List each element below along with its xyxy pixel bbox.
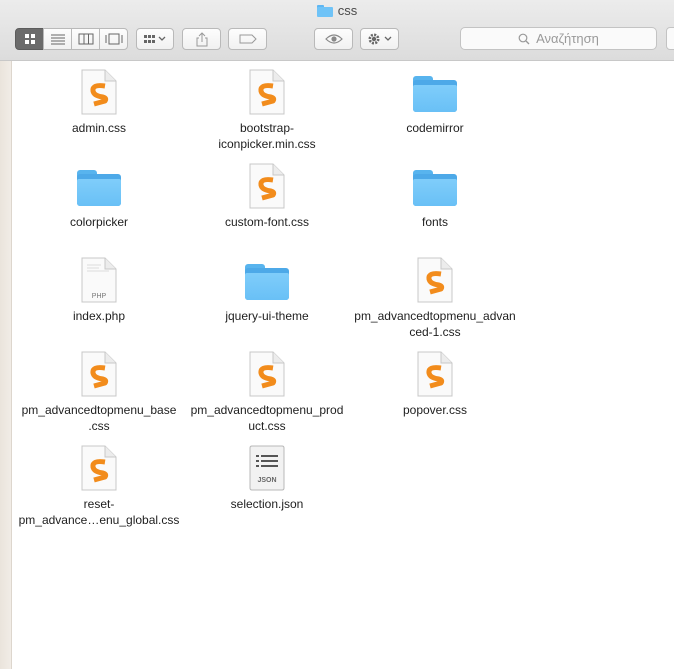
- php-icon-text: PHP: [92, 293, 107, 300]
- tag-button[interactable]: [228, 28, 267, 50]
- file-name-line-2: pm_advance…enu_global.css: [18, 513, 180, 527]
- list-view-button[interactable]: [43, 28, 72, 50]
- search-field[interactable]: Αναζήτηση: [460, 27, 657, 50]
- file-name-line-1: reset-: [83, 497, 115, 511]
- tag-icon: [239, 34, 257, 44]
- file-item[interactable]: pm_advancedtopmenu_advan ced-1.css: [352, 254, 518, 340]
- file-item[interactable]: custom-font.css: [184, 160, 350, 230]
- quick-look-button[interactable]: [314, 28, 353, 50]
- share-icon: [196, 31, 207, 46]
- list-view-icon: [50, 34, 65, 45]
- css-file-icon: [237, 348, 297, 400]
- folder-name: colorpicker: [69, 215, 129, 229]
- folder-icon: [405, 66, 465, 118]
- css-file-icon: [405, 348, 465, 400]
- file-name-line-2: iconpicker.min.css: [218, 137, 316, 151]
- folder-name: fonts: [421, 215, 448, 229]
- folder-item[interactable]: jquery-ui-theme: [184, 254, 350, 324]
- action-button[interactable]: [360, 28, 399, 50]
- css-file-icon: [69, 442, 129, 494]
- file-name-line-1: pm_advancedtopmenu_base: [21, 403, 177, 417]
- column-view-icon: [78, 33, 93, 45]
- gallery-view-button[interactable]: [99, 28, 128, 50]
- search-icon: [518, 33, 530, 44]
- file-name-line-1: pm_advancedtopmenu_advan: [354, 309, 516, 323]
- file-item[interactable]: popover.css: [352, 348, 518, 418]
- file-name: index.php: [72, 309, 126, 323]
- folder-item[interactable]: colorpicker: [16, 160, 182, 230]
- file-item[interactable]: bootstrap- iconpicker.min.css: [184, 66, 350, 152]
- gear-icon: [368, 33, 391, 45]
- file-item[interactable]: PHP index.php: [16, 254, 182, 324]
- folder-item[interactable]: codemirror: [352, 66, 518, 136]
- css-file-icon: [237, 160, 297, 212]
- folder-name: codemirror: [406, 121, 464, 135]
- finder-toolbar: css Αναζήτηση: [0, 0, 674, 61]
- file-name-line-1: bootstrap-: [239, 121, 295, 135]
- folder-item[interactable]: fonts: [352, 160, 518, 230]
- gallery-view-icon: [105, 33, 122, 45]
- icon-view-icon: [24, 34, 35, 44]
- json-file-icon: JSON: [237, 442, 297, 494]
- file-item[interactable]: JSON selection.json: [184, 442, 350, 512]
- view-mode-control: [15, 28, 128, 50]
- window-title-text: css: [337, 3, 358, 18]
- file-name-line-2: .css: [88, 419, 110, 433]
- icon-view-button[interactable]: [15, 28, 44, 50]
- column-view-button[interactable]: [71, 28, 100, 50]
- css-file-icon: [69, 348, 129, 400]
- arrange-button[interactable]: [136, 28, 174, 50]
- css-file-icon: [405, 254, 465, 306]
- css-file-icon: [237, 66, 297, 118]
- share-button[interactable]: [182, 28, 221, 50]
- folder-name: jquery-ui-theme: [225, 309, 309, 323]
- file-name-line-2: uct.css: [248, 419, 286, 433]
- folder-icon: [237, 254, 297, 306]
- file-item[interactable]: pm_advancedtopmenu_base .css: [16, 348, 182, 434]
- json-icon-text: JSON: [257, 477, 276, 484]
- file-icon-grid: admin.css bootstrap- iconpicker.min.css …: [0, 61, 674, 669]
- php-file-icon: PHP: [69, 254, 129, 306]
- file-item[interactable]: pm_advancedtopmenu_prod uct.css: [184, 348, 350, 434]
- file-name-line-1: pm_advancedtopmenu_prod: [190, 403, 344, 417]
- file-name: admin.css: [71, 121, 127, 135]
- window-title: css: [0, 3, 674, 18]
- folder-icon: [316, 4, 333, 17]
- folder-icon: [69, 160, 129, 212]
- file-name: selection.json: [230, 497, 304, 511]
- file-name: custom-font.css: [224, 215, 310, 229]
- search-placeholder: Αναζήτηση: [536, 31, 599, 46]
- file-item[interactable]: admin.css: [16, 66, 182, 136]
- folder-icon: [405, 160, 465, 212]
- file-name: popover.css: [402, 403, 468, 417]
- eye-icon: [324, 34, 343, 44]
- file-name-line-2: ced-1.css: [409, 325, 461, 339]
- file-item[interactable]: reset- pm_advance…enu_global.css: [16, 442, 182, 528]
- css-file-icon: [69, 66, 129, 118]
- arrange-grid-icon: [144, 35, 166, 43]
- overflow-button[interactable]: [666, 27, 674, 50]
